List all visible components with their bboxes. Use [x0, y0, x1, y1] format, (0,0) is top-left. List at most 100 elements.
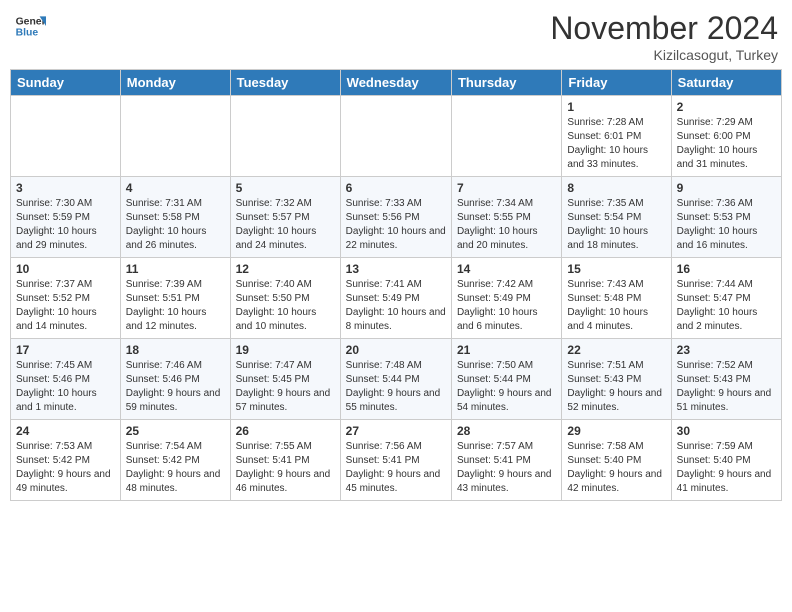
day-number: 12	[236, 262, 335, 276]
day-number: 10	[16, 262, 115, 276]
day-cell: 19 Sunrise: 7:47 AM Sunset: 5:45 PM Dayli…	[230, 339, 340, 420]
day-info: Sunrise: 7:47 AM Sunset: 5:45 PM Dayligh…	[236, 359, 335, 415]
day-number: 16	[677, 262, 776, 276]
day-info: Sunrise: 7:57 AM Sunset: 5:41 PM Dayligh…	[457, 440, 556, 496]
weekday-header-thursday: Thursday	[451, 70, 561, 96]
day-info: Sunrise: 7:41 AM Sunset: 5:49 PM Dayligh…	[346, 278, 446, 334]
page-header: General Blue November 2024 Kizilcasogut,…	[10, 10, 782, 63]
day-cell: 27 Sunrise: 7:56 AM Sunset: 5:41 PM Dayli…	[340, 420, 451, 501]
day-number: 18	[126, 343, 225, 357]
day-cell: 26 Sunrise: 7:55 AM Sunset: 5:41 PM Dayli…	[230, 420, 340, 501]
day-number: 11	[126, 262, 225, 276]
day-number: 21	[457, 343, 556, 357]
week-row-2: 3 Sunrise: 7:30 AM Sunset: 5:59 PM Daylig…	[11, 177, 782, 258]
day-cell: 13 Sunrise: 7:41 AM Sunset: 5:49 PM Dayli…	[340, 258, 451, 339]
day-info: Sunrise: 7:32 AM Sunset: 5:57 PM Dayligh…	[236, 197, 335, 253]
day-cell: 3 Sunrise: 7:30 AM Sunset: 5:59 PM Daylig…	[11, 177, 121, 258]
day-info: Sunrise: 7:30 AM Sunset: 5:59 PM Dayligh…	[16, 197, 115, 253]
day-number: 7	[457, 181, 556, 195]
day-info: Sunrise: 7:44 AM Sunset: 5:47 PM Dayligh…	[677, 278, 776, 334]
day-number: 1	[567, 100, 665, 114]
weekday-header-row: SundayMondayTuesdayWednesdayThursdayFrid…	[11, 70, 782, 96]
month-title: November 2024	[550, 10, 778, 47]
day-cell: 8Sunrise: 7:35 AM Sunset: 5:54 PM Daylig…	[562, 177, 671, 258]
svg-text:Blue: Blue	[16, 28, 39, 39]
day-number: 28	[457, 424, 556, 438]
day-number: 23	[677, 343, 776, 357]
day-cell: 6 Sunrise: 7:33 AM Sunset: 5:56 PM Daylig…	[340, 177, 451, 258]
day-cell: 5 Sunrise: 7:32 AM Sunset: 5:57 PM Daylig…	[230, 177, 340, 258]
day-info: Sunrise: 7:48 AM Sunset: 5:44 PM Dayligh…	[346, 359, 446, 415]
day-info: Sunrise: 7:46 AM Sunset: 5:46 PM Dayligh…	[126, 359, 225, 415]
day-info: Sunrise: 7:29 AM Sunset: 6:00 PM Dayligh…	[677, 116, 776, 172]
day-cell: 28 Sunrise: 7:57 AM Sunset: 5:41 PM Dayli…	[451, 420, 561, 501]
weekday-header-wednesday: Wednesday	[340, 70, 451, 96]
day-number: 27	[346, 424, 446, 438]
weekday-header-saturday: Saturday	[671, 70, 781, 96]
week-row-3: 10 Sunrise: 7:37 AM Sunset: 5:52 PM Dayli…	[11, 258, 782, 339]
day-info: Sunrise: 7:55 AM Sunset: 5:41 PM Dayligh…	[236, 440, 335, 496]
day-number: 8	[567, 181, 665, 195]
weekday-header-sunday: Sunday	[11, 70, 121, 96]
day-cell: 29 Sunrise: 7:58 AM Sunset: 5:40 PM Dayli…	[562, 420, 671, 501]
logo: General Blue	[14, 10, 46, 42]
day-info: Sunrise: 7:56 AM Sunset: 5:41 PM Dayligh…	[346, 440, 446, 496]
day-cell: 1 Sunrise: 7:28 AM Sunset: 6:01 PM Daylig…	[562, 96, 671, 177]
day-number: 5	[236, 181, 335, 195]
day-cell	[120, 96, 230, 177]
weekday-header-friday: Friday	[562, 70, 671, 96]
weekday-header-monday: Monday	[120, 70, 230, 96]
day-info: Sunrise: 7:53 AM Sunset: 5:42 PM Dayligh…	[16, 440, 115, 496]
day-cell: 30 Sunrise: 7:59 AM Sunset: 5:40 PM Dayli…	[671, 420, 781, 501]
day-info: Sunrise: 7:43 AM Sunset: 5:48 PM Dayligh…	[567, 278, 665, 334]
day-info: Sunrise: 7:52 AM Sunset: 5:43 PM Dayligh…	[677, 359, 776, 415]
day-cell: 2 Sunrise: 7:29 AM Sunset: 6:00 PM Daylig…	[671, 96, 781, 177]
day-cell: 11 Sunrise: 7:39 AM Sunset: 5:51 PM Dayli…	[120, 258, 230, 339]
day-cell	[451, 96, 561, 177]
day-info: Sunrise: 7:37 AM Sunset: 5:52 PM Dayligh…	[16, 278, 115, 334]
week-row-1: 1 Sunrise: 7:28 AM Sunset: 6:01 PM Daylig…	[11, 96, 782, 177]
location: Kizilcasogut, Turkey	[550, 47, 778, 63]
day-number: 17	[16, 343, 115, 357]
day-info: Sunrise: 7:28 AM Sunset: 6:01 PM Dayligh…	[567, 116, 665, 172]
day-cell: 17 Sunrise: 7:45 AM Sunset: 5:46 PM Dayli…	[11, 339, 121, 420]
day-cell	[340, 96, 451, 177]
day-number: 22	[567, 343, 665, 357]
day-info: Sunrise: 7:42 AM Sunset: 5:49 PM Dayligh…	[457, 278, 556, 334]
day-info: Sunrise: 7:33 AM Sunset: 5:56 PM Dayligh…	[346, 197, 446, 253]
day-info: Sunrise: 7:59 AM Sunset: 5:40 PM Dayligh…	[677, 440, 776, 496]
day-cell	[11, 96, 121, 177]
day-cell: 12Sunrise: 7:40 AM Sunset: 5:50 PM Dayli…	[230, 258, 340, 339]
day-info: Sunrise: 7:39 AM Sunset: 5:51 PM Dayligh…	[126, 278, 225, 334]
day-number: 13	[346, 262, 446, 276]
day-cell: 21 Sunrise: 7:50 AM Sunset: 5:44 PM Dayli…	[451, 339, 561, 420]
day-cell: 22Sunrise: 7:51 AM Sunset: 5:43 PM Dayli…	[562, 339, 671, 420]
day-info: Sunrise: 7:50 AM Sunset: 5:44 PM Dayligh…	[457, 359, 556, 415]
day-number: 9	[677, 181, 776, 195]
day-number: 26	[236, 424, 335, 438]
day-number: 30	[677, 424, 776, 438]
day-number: 4	[126, 181, 225, 195]
day-number: 6	[346, 181, 446, 195]
day-number: 25	[126, 424, 225, 438]
day-info: Sunrise: 7:54 AM Sunset: 5:42 PM Dayligh…	[126, 440, 225, 496]
day-info: Sunrise: 7:31 AM Sunset: 5:58 PM Dayligh…	[126, 197, 225, 253]
day-cell	[230, 96, 340, 177]
day-cell: 14 Sunrise: 7:42 AM Sunset: 5:49 PM Dayli…	[451, 258, 561, 339]
day-number: 3	[16, 181, 115, 195]
day-cell: 10 Sunrise: 7:37 AM Sunset: 5:52 PM Dayli…	[11, 258, 121, 339]
day-info: Sunrise: 7:45 AM Sunset: 5:46 PM Dayligh…	[16, 359, 115, 415]
day-number: 15	[567, 262, 665, 276]
day-number: 29	[567, 424, 665, 438]
day-info: Sunrise: 7:58 AM Sunset: 5:40 PM Dayligh…	[567, 440, 665, 496]
day-number: 14	[457, 262, 556, 276]
day-number: 2	[677, 100, 776, 114]
logo-icon: General Blue	[14, 10, 46, 42]
day-cell: 4 Sunrise: 7:31 AM Sunset: 5:58 PM Daylig…	[120, 177, 230, 258]
day-cell: 16 Sunrise: 7:44 AM Sunset: 5:47 PM Dayli…	[671, 258, 781, 339]
day-number: 19	[236, 343, 335, 357]
day-cell: 15 Sunrise: 7:43 AM Sunset: 5:48 PM Dayli…	[562, 258, 671, 339]
day-cell: 25 Sunrise: 7:54 AM Sunset: 5:42 PM Dayli…	[120, 420, 230, 501]
title-block: November 2024 Kizilcasogut, Turkey	[550, 10, 778, 63]
day-cell: 18 Sunrise: 7:46 AM Sunset: 5:46 PM Dayli…	[120, 339, 230, 420]
